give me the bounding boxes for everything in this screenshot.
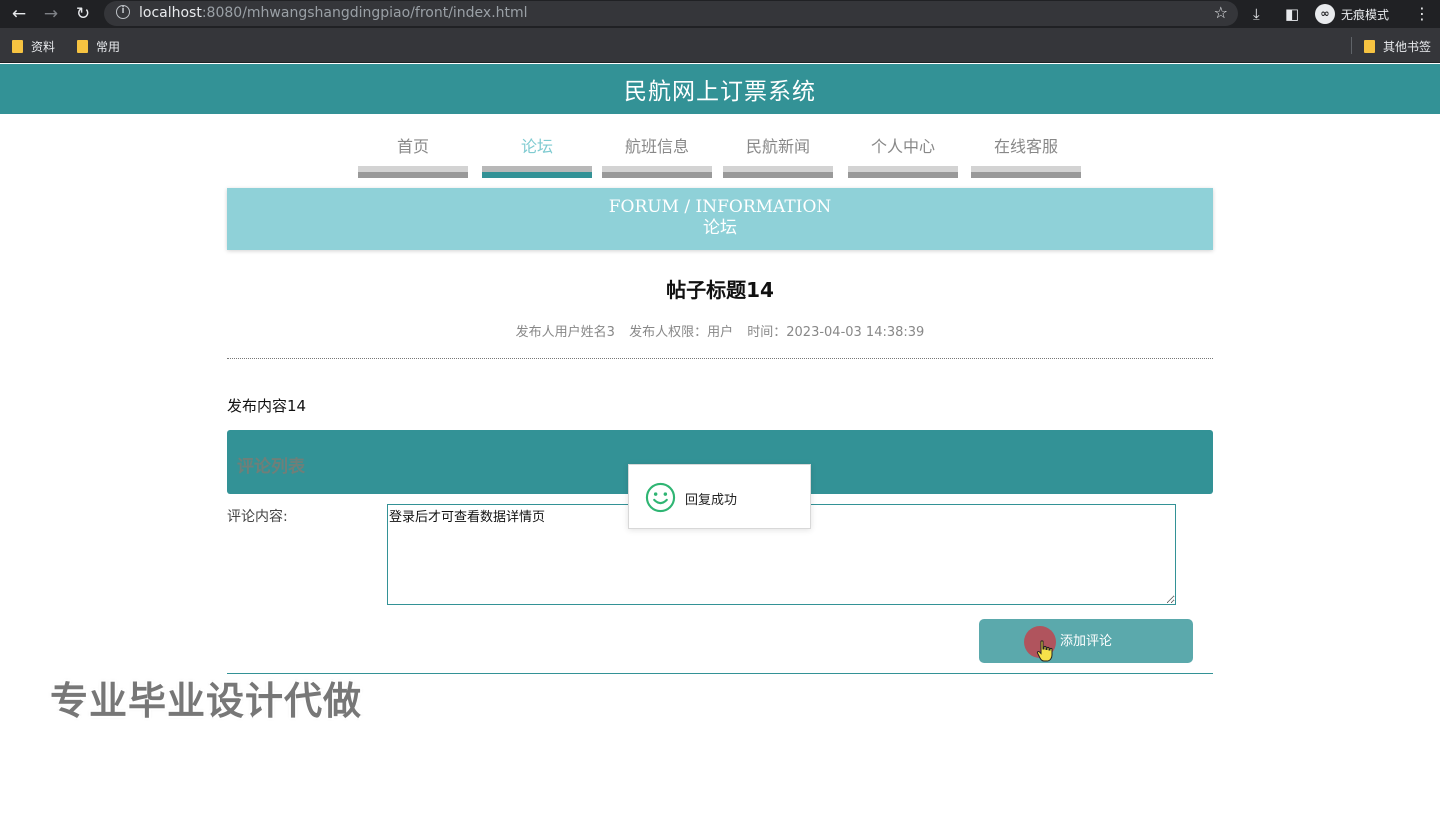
comment-field-label: 评论内容:	[227, 509, 288, 525]
nav-underline	[723, 166, 833, 178]
main-nav: 首页 论坛 航班信息 民航新闻 个人中心 在线客服	[358, 132, 1082, 178]
post-author: 发布人用户姓名3	[515, 325, 615, 340]
divider	[227, 358, 1213, 359]
back-arrow-icon[interactable]: ←	[8, 3, 30, 25]
success-toast: 回复成功	[628, 464, 811, 529]
reload-icon[interactable]: ↻	[72, 3, 94, 25]
address-bar[interactable]: i localhost:8080/mhwangshangdingpiao/fro…	[104, 1, 1238, 26]
nav-underline	[358, 166, 468, 178]
nav-underline	[971, 166, 1081, 178]
nav-item-news[interactable]: 民航新闻	[723, 132, 833, 178]
incognito-icon: ∞	[1315, 4, 1335, 24]
bookmark-folder-changyong[interactable]: 常用	[77, 38, 120, 55]
post-title: 帖子标题14	[666, 278, 774, 302]
bookmark-folder-ziliao[interactable]: 资料	[12, 38, 55, 55]
smiley-icon	[645, 482, 676, 513]
nav-underline	[848, 166, 958, 178]
post-meta: 发布人用户姓名3 发布人权限：用户 时间：2023-04-03 14:38:39	[227, 321, 1213, 340]
bookmark-separator	[1351, 37, 1352, 54]
nav-item-flights[interactable]: 航班信息	[602, 132, 712, 178]
post-role: 发布人权限：用户	[629, 325, 734, 340]
forward-arrow-icon[interactable]: →	[40, 3, 62, 25]
section-banner: FORUM / INFORMATION 论坛	[227, 188, 1213, 250]
bookmark-star-icon[interactable]: ☆	[1214, 3, 1228, 22]
hand-cursor-icon	[1036, 640, 1053, 662]
banner-title-en: FORUM / INFORMATION	[608, 197, 832, 217]
nav-item-personal-center[interactable]: 个人中心	[848, 132, 958, 178]
incognito-indicator[interactable]: ∞ 无痕模式	[1311, 2, 1397, 26]
watermark-text: 专业毕业设计代做	[50, 679, 363, 723]
side-panel-icon[interactable]: ◧	[1285, 3, 1299, 25]
post-time: 时间：2023-04-03 14:38:39	[747, 325, 925, 340]
banner-title-cn: 论坛	[703, 218, 737, 238]
browser-menu-icon[interactable]: ⋮	[1414, 3, 1430, 25]
folder-icon	[1364, 40, 1375, 53]
toast-message: 回复成功	[685, 493, 738, 508]
folder-icon	[12, 40, 23, 53]
nav-underline	[482, 166, 592, 178]
nav-item-online-service[interactable]: 在线客服	[971, 132, 1081, 178]
folder-icon	[77, 40, 88, 53]
browser-toolbar: ← → ↻ i localhost:8080/mhwangshangdingpi…	[0, 0, 1440, 28]
nav-underline	[602, 166, 712, 178]
download-icon[interactable]: ⤓	[1253, 3, 1260, 25]
site-title: 民航网上订票系统	[624, 79, 816, 105]
nav-item-forum[interactable]: 论坛	[482, 132, 592, 178]
comment-list-title: 评论列表	[237, 457, 305, 477]
comment-section-bottom-border	[227, 673, 1213, 674]
nav-item-home[interactable]: 首页	[358, 132, 468, 178]
address-url[interactable]: localhost:8080/mhwangshangdingpiao/front…	[139, 5, 528, 21]
bookmark-folder-other[interactable]: 其他书签	[1364, 38, 1431, 55]
site-header: 民航网上订票系统	[0, 64, 1440, 114]
bookmarks-bar: 资料 常用 其他书签	[0, 28, 1440, 63]
post-content: 发布内容14	[227, 397, 307, 415]
site-info-icon[interactable]: i	[116, 5, 130, 19]
add-comment-button[interactable]: 添加评论	[979, 619, 1193, 663]
